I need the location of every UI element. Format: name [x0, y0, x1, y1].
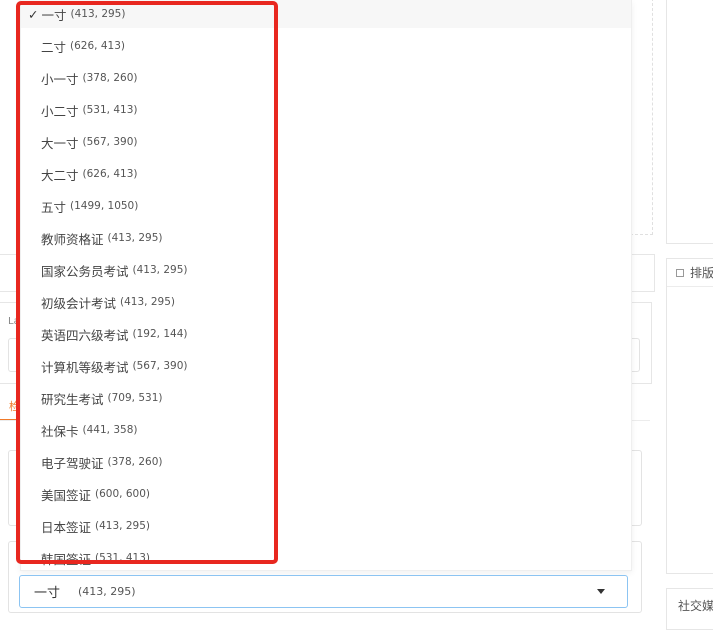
option-dims: (709, 531)	[107, 392, 163, 404]
option-dims: (378, 260)	[107, 456, 163, 468]
option-dims: (413, 295)	[95, 520, 150, 532]
active-tab-label[interactable]: 检	[9, 398, 20, 414]
dropdown-option[interactable]: 计算机等级考试 (567, 390)	[21, 352, 631, 380]
option-name: 计算机等级考试	[41, 359, 129, 375]
option-dims: (626, 413)	[82, 168, 138, 180]
option-dims: (192, 144)	[132, 328, 188, 340]
option-name: 大一寸	[41, 135, 79, 151]
dropdown-option[interactable]: 国家公务员考试 (413, 295)	[21, 256, 631, 284]
option-dims: (531, 413)	[95, 552, 150, 564]
option-name: 大二寸	[41, 167, 79, 183]
top-dashed-panel	[630, 0, 653, 235]
select-value-name: 一寸	[34, 586, 61, 601]
dropdown-option[interactable]: 电子驾驶证 (378, 260)	[21, 448, 631, 476]
option-dims: (413, 295)	[120, 296, 175, 308]
right-divider	[667, 286, 713, 287]
right-preview-panel	[666, 0, 713, 244]
size-dropdown-list[interactable]: ✓ 一寸 (413, 295) 二寸 (626, 413) 小一寸 (378, 260) 小二…	[20, 0, 632, 571]
dropdown-option[interactable]: 美国签证 (600, 600)	[21, 480, 631, 508]
option-name: 二寸	[41, 39, 67, 55]
dropdown-option[interactable]: 五寸 (1499, 1050)	[21, 192, 631, 220]
image-icon	[676, 268, 684, 277]
option-dims: (378, 260)	[82, 72, 138, 84]
option-name: 美国签证	[41, 487, 92, 503]
dropdown-option[interactable]: 社保卡 (441, 358)	[21, 416, 631, 444]
option-name: 研究生考试	[41, 391, 104, 407]
option-name: 教师资格证	[41, 231, 104, 247]
option-name: 韩国签证	[41, 551, 92, 567]
option-dims: (567, 390)	[82, 136, 138, 148]
check-icon: ✓	[28, 6, 39, 22]
option-name: 英语四六级考试	[41, 327, 129, 343]
option-dims: (413, 295)	[107, 232, 163, 244]
dropdown-option[interactable]: 教师资格证 (413, 295)	[21, 224, 631, 252]
option-name: 初级会计考试	[41, 295, 117, 311]
dropdown-option[interactable]: 大二寸 (626, 413)	[21, 160, 631, 188]
dropdown-option[interactable]: 日本签证 (413, 295)	[21, 512, 631, 540]
dropdown-option[interactable]: 二寸 (626, 413)	[21, 32, 631, 60]
dropdown-option[interactable]: 小二寸 (531, 413)	[21, 96, 631, 124]
option-dims: (413, 295)	[132, 264, 188, 276]
option-name: 小一寸	[41, 71, 79, 87]
option-dims: (626, 413)	[70, 40, 125, 52]
select-value-dims: (413, 295)	[78, 585, 136, 598]
option-dims: (413, 295)	[70, 8, 126, 20]
option-dims: (600, 600)	[95, 488, 150, 500]
layout-label: 排版	[690, 266, 713, 280]
option-dims: (567, 390)	[132, 360, 188, 372]
right-layout-panel	[666, 258, 713, 574]
dropdown-option[interactable]: 大一寸 (567, 390)	[21, 128, 631, 156]
dropdown-option[interactable]: 研究生考试 (709, 531)	[21, 384, 631, 412]
option-name: 一寸	[41, 7, 67, 23]
option-name: 日本签证	[41, 519, 92, 535]
left-field-label: La	[8, 316, 20, 327]
option-dims: (1499, 1050)	[70, 200, 139, 212]
dropdown-option[interactable]: 初级会计考试 (413, 295)	[21, 288, 631, 316]
option-name: 五寸	[41, 199, 67, 215]
size-select[interactable]: 一寸 (413, 295)	[19, 575, 628, 608]
dropdown-option[interactable]: ✓ 一寸 (413, 295)	[21, 0, 631, 28]
social-label: 社交媒	[678, 599, 713, 613]
option-name: 小二寸	[41, 103, 79, 119]
caret-down-icon	[597, 589, 605, 594]
option-dims: (441, 358)	[82, 424, 138, 436]
dropdown-option[interactable]: 韩国签证 (531, 413)	[21, 544, 631, 570]
layout-header: 排版	[676, 264, 713, 281]
dropdown-option[interactable]: 英语四六级考试 (192, 144)	[21, 320, 631, 348]
option-name: 社保卡	[41, 423, 79, 439]
dropdown-option[interactable]: 小一寸 (378, 260)	[21, 64, 631, 92]
social-header: 社交媒	[678, 597, 713, 614]
option-dims: (531, 413)	[82, 104, 138, 116]
option-name: 电子驾驶证	[41, 455, 104, 471]
option-name: 国家公务员考试	[41, 263, 129, 279]
